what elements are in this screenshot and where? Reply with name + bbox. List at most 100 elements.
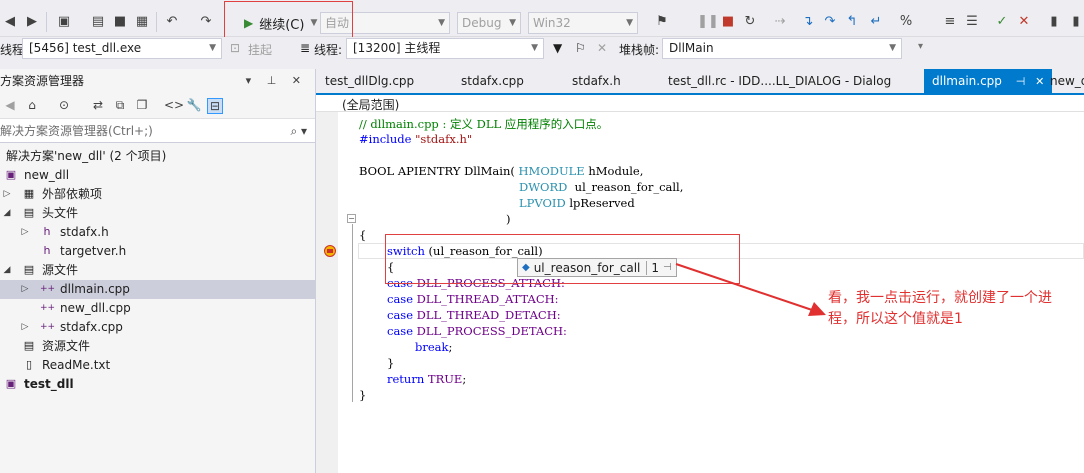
bookmark-icon[interactable]: ▮ xyxy=(1046,13,1062,29)
datatip-variable-name: ul_reason_for_call xyxy=(533,260,641,275)
tree-item-resource-files[interactable]: ▤ 资源文件 xyxy=(0,337,315,356)
view-code-icon[interactable]: <> xyxy=(164,98,184,114)
forward-icon[interactable]: ▶ xyxy=(24,13,40,29)
overflow-icon[interactable]: ▾ xyxy=(918,41,923,52)
restart-icon[interactable]: ↻ xyxy=(742,13,758,29)
tab-stdafx-cpp[interactable]: stdafx.cpp xyxy=(461,69,524,93)
bookmark-add-icon[interactable]: ✓ xyxy=(994,13,1010,29)
debugger-datatip[interactable]: ◆ ul_reason_for_call 1 ⊣ xyxy=(517,258,677,277)
bookmark-prev-icon[interactable]: ▮ xyxy=(1068,13,1084,29)
menu-bar xyxy=(0,0,1084,6)
tree-item-new-dll-cpp[interactable]: ++ new_dll.cpp xyxy=(0,299,315,318)
tree-item-new-dll[interactable]: ▣ new_dll xyxy=(0,166,315,185)
properties-icon[interactable]: 🔧 xyxy=(186,98,202,114)
flag-icon[interactable]: ⚐ xyxy=(575,41,586,55)
tree-item-targetver-h[interactable]: h targetver.h xyxy=(0,242,315,261)
process-dropdown[interactable]: [5456] test_dll.exe ▼ xyxy=(22,38,222,59)
tree-item-stdafx-h[interactable]: ▷ h stdafx.h xyxy=(0,223,315,242)
tab-label: new_d xyxy=(1050,74,1084,88)
code-text: hModule, xyxy=(584,164,644,178)
redo-icon[interactable]: ↷ xyxy=(198,13,214,29)
code-keyword: case xyxy=(387,308,414,322)
step-back-icon[interactable]: ↵ xyxy=(868,13,884,29)
tree-item-header-files[interactable]: ◢ ▤ 头文件 xyxy=(0,204,315,223)
hex-icon[interactable]: % xyxy=(898,13,914,29)
collapse-icon[interactable]: ◢ xyxy=(2,261,12,280)
show-all-files-icon[interactable]: ❐ xyxy=(134,98,150,114)
step-into-icon[interactable]: ↴ xyxy=(800,13,816,29)
close-icon[interactable]: ✕ xyxy=(1035,75,1044,88)
breakpoint-current-icon[interactable] xyxy=(324,245,336,257)
clear-flags-icon[interactable]: ✕ xyxy=(597,41,607,55)
platform-dropdown[interactable]: Win32 ▼ xyxy=(528,12,638,34)
tab-test-dlldlg-cpp[interactable]: test_dllDlg.cpp xyxy=(325,69,414,93)
filter-icon[interactable]: ▼ xyxy=(553,41,562,55)
stackframe-dropdown[interactable]: DllMain ▼ xyxy=(662,38,902,59)
expand-icon[interactable]: ▷ xyxy=(20,280,30,299)
tree-item-solution[interactable]: 解决方案'new_dll' (2 个项目) xyxy=(0,147,315,166)
thread-icon[interactable]: ≡ xyxy=(942,13,958,29)
chevron-down-icon: ▼ xyxy=(209,43,216,53)
step-out-icon[interactable]: ↰ xyxy=(844,13,860,29)
pin-icon[interactable]: ⊣ xyxy=(663,262,676,273)
solution-explorer-title: 方案资源管理器 xyxy=(0,74,85,88)
stop-icon[interactable]: ■ xyxy=(720,13,736,29)
undo-icon[interactable]: ↶ xyxy=(164,13,180,29)
save-icon[interactable]: ■ xyxy=(112,13,128,29)
tree-item-source-files[interactable]: ◢ ▤ 源文件 xyxy=(0,261,315,280)
collapse-icon[interactable]: ◢ xyxy=(2,204,12,223)
refresh-icon[interactable]: ⇄ xyxy=(90,98,106,114)
datatip-value[interactable]: 1 xyxy=(646,260,663,275)
navigation-scope-bar[interactable]: (全局范围) xyxy=(316,95,1084,112)
code-type: LPVOID xyxy=(519,196,566,210)
home-icon[interactable]: ⌂ xyxy=(24,98,40,114)
open-file-icon[interactable]: ▤ xyxy=(90,13,106,29)
step-over-icon[interactable]: ↷ xyxy=(822,13,838,29)
pin-icon[interactable]: ▾ ⊥ ✕ xyxy=(246,69,307,93)
tree-item-test-dll[interactable]: ▣ test_dll xyxy=(0,375,315,394)
preview-icon[interactable]: ⊟ xyxy=(207,98,223,114)
tree-item-readme[interactable]: ▯ ReadMe.txt xyxy=(0,356,315,375)
thread-dropdown[interactable]: [13200] 主线程 ▼ xyxy=(346,38,544,59)
new-project-icon[interactable]: ▣ xyxy=(56,13,72,29)
config-dropdown[interactable]: Debug ▼ xyxy=(457,12,521,34)
tree-item-dllmain-cpp[interactable]: ▷ ++ dllmain.cpp xyxy=(0,280,315,299)
tree-item-stdafx-cpp[interactable]: ▷ ++ stdafx.cpp xyxy=(0,318,315,337)
code-text: } xyxy=(359,388,367,402)
list-icon[interactable]: ☰ xyxy=(964,13,980,29)
save-all-icon[interactable]: ▦ xyxy=(134,13,150,29)
back-icon[interactable]: ◀ xyxy=(2,98,18,114)
attach-icon[interactable]: ⚑ xyxy=(654,13,670,29)
collapse-icon[interactable]: − xyxy=(347,214,356,223)
text-file-icon: ▯ xyxy=(25,358,33,371)
tab-new-dll[interactable]: new_d xyxy=(1050,69,1084,93)
code-keyword: case xyxy=(387,324,414,338)
show-next-statement-icon[interactable]: ⇢ xyxy=(772,13,788,29)
bookmark-remove-icon[interactable]: ✕ xyxy=(1016,13,1032,29)
tab-dllmain-cpp[interactable]: dllmain.cpp ⊣ ✕ xyxy=(924,69,1053,93)
pause-icon[interactable]: ❚❚ xyxy=(697,13,719,29)
thread-value: [13200] 主线程 xyxy=(353,41,441,55)
suspend-button[interactable]: 挂起 xyxy=(248,41,272,58)
code-macro: DLL_THREAD_ATTACH: xyxy=(413,292,559,306)
tab-stdafx-h[interactable]: stdafx.h xyxy=(572,69,621,93)
expand-icon[interactable]: ▷ xyxy=(20,223,30,242)
expand-icon[interactable]: ▷ xyxy=(20,318,30,337)
highlight-box-continue xyxy=(224,1,353,40)
back-icon[interactable]: ◀ xyxy=(2,13,18,29)
pin-icon[interactable]: ⊣ xyxy=(1016,75,1026,88)
tree-item-external-deps[interactable]: ▷ ▦ 外部依赖项 xyxy=(0,185,315,204)
collapse-icon[interactable]: ⧉ xyxy=(112,98,128,114)
tab-label: test_dll.rc - IDD....LL_DIALOG - Dialog xyxy=(668,74,892,88)
header-file-icon: h xyxy=(43,225,51,238)
sync-icon[interactable]: ⊙ xyxy=(56,98,72,114)
expand-icon[interactable]: ▷ xyxy=(2,185,12,204)
outline-line xyxy=(352,224,353,402)
tab-test-dll-rc[interactable]: test_dll.rc - IDD....LL_DIALOG - Dialog xyxy=(668,69,891,93)
solution-search-box[interactable]: 解决方案资源管理器(Ctrl+;) ⌕ ▾ xyxy=(0,119,315,143)
chevron-down-icon: ▼ xyxy=(626,18,633,28)
code-string: "stdafx.h" xyxy=(411,132,473,146)
process-value: [5456] test_dll.exe xyxy=(29,41,142,55)
search-icon: ⌕ ▾ xyxy=(290,124,307,138)
solution-tree: 解决方案'new_dll' (2 个项目) ▣ new_dll ▷ ▦ 外部依赖… xyxy=(0,143,315,394)
